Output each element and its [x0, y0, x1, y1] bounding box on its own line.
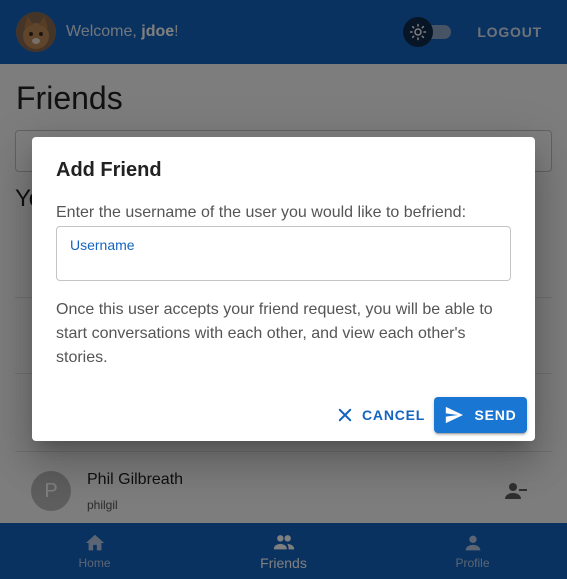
send-button[interactable]: SEND [434, 397, 527, 433]
username-label: Username [70, 237, 135, 253]
close-icon [338, 408, 352, 422]
cancel-button[interactable]: CANCEL [328, 397, 433, 433]
send-label: SEND [474, 407, 517, 423]
cancel-label: CANCEL [362, 407, 426, 423]
dialog-title: Add Friend [56, 159, 162, 181]
send-icon [446, 406, 464, 424]
dialog-prompt: Enter the username of the user you would… [56, 204, 467, 221]
username-field[interactable]: Username [56, 226, 511, 281]
add-friend-dialog: Add Friend Enter the username of the use… [32, 137, 535, 441]
dialog-info-text: Once this user accepts your friend reque… [56, 301, 493, 366]
